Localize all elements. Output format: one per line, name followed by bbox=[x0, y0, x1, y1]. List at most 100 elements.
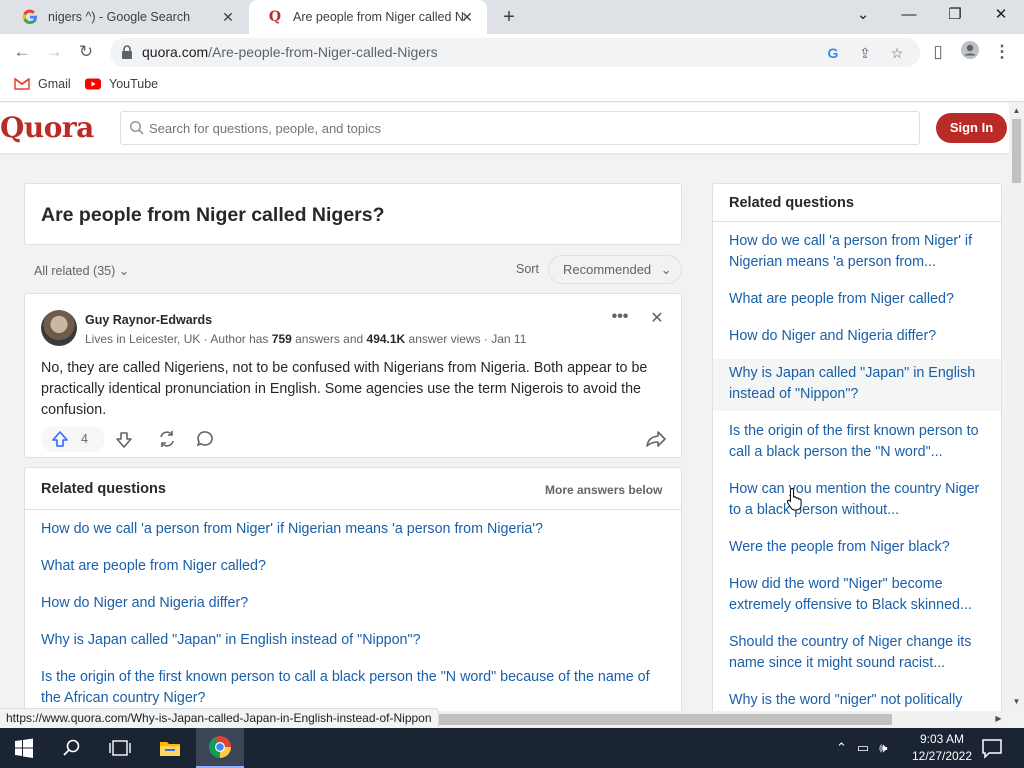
related-questions-heading: Related questions bbox=[41, 481, 166, 497]
answer-card: Guy Raynor-Edwards Lives in Leicester, U… bbox=[24, 293, 682, 458]
sidebar-question-link[interactable]: How do we call 'a person from Niger' if … bbox=[729, 231, 987, 273]
search-input[interactable] bbox=[149, 118, 909, 138]
related-question-link[interactable]: Why is Japan called "Japan" in English i… bbox=[41, 630, 661, 651]
quora-page: Quora Sign In Are people from Niger call… bbox=[0, 103, 1009, 711]
task-view-icon[interactable] bbox=[96, 728, 144, 768]
bookmark-label: YouTube bbox=[109, 77, 159, 91]
sidebar-question-link[interactable]: Were the people from Niger black? bbox=[729, 537, 987, 558]
sort-value: Recommended bbox=[563, 262, 652, 277]
close-icon[interactable]: ✕ bbox=[220, 9, 236, 25]
clock-time: 9:03 AM bbox=[919, 732, 965, 746]
answer-text: No, they are called Nigeriens, not to be… bbox=[41, 360, 648, 418]
all-related-dropdown[interactable]: All related (35) ⌄ bbox=[34, 263, 129, 278]
google-g-icon bbox=[22, 9, 38, 25]
related-questions-card: Related questions More answers below How… bbox=[24, 467, 682, 711]
windows-start-icon[interactable] bbox=[0, 728, 48, 768]
restore-button[interactable]: ❐ bbox=[932, 0, 978, 30]
answer-action-bar: 4 bbox=[41, 426, 671, 452]
sort-dropdown[interactable]: Recommended ⌄ bbox=[548, 255, 682, 284]
network-icon[interactable]: ▭ bbox=[857, 740, 869, 756]
related-question-link[interactable]: What are people from Niger called? bbox=[41, 556, 661, 577]
tab-google-search[interactable]: nigers ^) - Google Search ✕ bbox=[4, 0, 248, 34]
share-icon[interactable] bbox=[157, 428, 177, 450]
tab-strip: nigers ^) - Google Search ✕ Q Are people… bbox=[0, 0, 1024, 34]
author-avatar[interactable] bbox=[41, 310, 77, 346]
share-icon[interactable]: ⇪ bbox=[856, 44, 874, 62]
search-icon[interactable] bbox=[48, 728, 96, 768]
quora-q-icon: Q bbox=[268, 9, 282, 25]
upvote-button[interactable]: 4 bbox=[41, 426, 105, 452]
tab-search-chevron-icon[interactable]: ⌄ bbox=[840, 0, 886, 30]
sidebar-question-link[interactable]: How can you mention the country Niger to… bbox=[729, 479, 987, 521]
upvote-count: 4 bbox=[81, 432, 88, 446]
chevron-up-icon[interactable]: ⌃ bbox=[836, 740, 847, 756]
minimize-button[interactable]: — bbox=[886, 0, 932, 30]
bookmark-youtube[interactable]: YouTube bbox=[85, 77, 158, 91]
sidebar-question-link[interactable]: How did the word "Niger" become extremel… bbox=[729, 574, 987, 616]
vertical-scrollbar[interactable]: ▲ ▼ bbox=[1009, 103, 1024, 711]
search-box[interactable] bbox=[120, 111, 920, 145]
tab-quora[interactable]: Q Are people from Niger called Nig ✕ bbox=[249, 0, 487, 34]
sidebar-question-link[interactable]: Why is Japan called "Japan" in English i… bbox=[729, 363, 987, 405]
downvote-arrow-icon[interactable] bbox=[113, 428, 135, 450]
quora-header: Quora Sign In bbox=[0, 103, 1009, 153]
windows-taskbar: ⌃ ▭ 🕪 9:03 AM 12/27/2022 bbox=[0, 728, 1024, 768]
profile-avatar-icon[interactable] bbox=[958, 40, 982, 64]
close-icon[interactable]: ✕ bbox=[647, 308, 667, 330]
question-title: Are people from Niger called Nigers? bbox=[41, 204, 385, 226]
answers-filter-row: All related (35) ⌄ Sort Recommended ⌄ bbox=[24, 255, 682, 285]
comment-icon[interactable] bbox=[195, 428, 215, 450]
address-bar[interactable]: quora.com/Are-people-from-Niger-called-N… bbox=[110, 38, 920, 67]
sidebar-question-link[interactable]: Why is the word "niger" not politically bbox=[729, 690, 987, 711]
bookmark-star-icon[interactable]: ☆ bbox=[888, 44, 906, 62]
volume-icon[interactable]: 🕪 bbox=[879, 740, 887, 756]
scroll-thumb[interactable] bbox=[1012, 119, 1021, 183]
new-tab-button[interactable]: + bbox=[498, 6, 520, 28]
sidebar-question-link[interactable]: What are people from Niger called? bbox=[729, 289, 987, 310]
scroll-down-arrow-icon[interactable]: ▼ bbox=[1012, 697, 1021, 707]
file-explorer-icon[interactable] bbox=[146, 728, 194, 768]
system-tray: ⌃ ▭ 🕪 bbox=[836, 728, 887, 768]
gmail-icon bbox=[14, 78, 30, 90]
taskbar-clock[interactable]: 9:03 AM 12/27/2022 bbox=[910, 731, 974, 765]
close-icon[interactable]: ✕ bbox=[459, 9, 475, 25]
chevron-down-icon: ⌄ bbox=[118, 264, 130, 278]
sidebar-related-heading: Related questions bbox=[729, 195, 854, 211]
youtube-icon bbox=[85, 78, 101, 90]
author-credential: Lives in Leicester, UK · Author has 759 … bbox=[85, 332, 527, 346]
quora-logo[interactable]: Quora bbox=[0, 111, 94, 144]
sidebar-question-link[interactable]: How do Niger and Nigeria differ? bbox=[729, 326, 987, 347]
notification-center-icon[interactable] bbox=[980, 736, 1004, 760]
sort-label: Sort bbox=[516, 262, 539, 276]
url-text: quora.com/Are-people-from-Niger-called-N… bbox=[142, 44, 438, 60]
menu-kebab-icon[interactable]: ⋮ bbox=[990, 40, 1014, 64]
back-icon[interactable]: ← bbox=[10, 40, 34, 64]
chrome-taskbar-icon[interactable] bbox=[196, 728, 244, 768]
related-question-link[interactable]: How do we call 'a person from Niger' if … bbox=[41, 519, 661, 540]
side-panel-icon[interactable]: ▯ bbox=[926, 40, 950, 64]
close-window-button[interactable]: ✕ bbox=[978, 0, 1024, 30]
sidebar-related-header: Related questions bbox=[713, 184, 1001, 222]
sign-in-button[interactable]: Sign In bbox=[936, 113, 1007, 143]
upvote-arrow-icon bbox=[52, 431, 68, 447]
bookmark-gmail[interactable]: Gmail bbox=[14, 77, 71, 91]
sidebar-question-link[interactable]: Should the country of Niger change its n… bbox=[729, 632, 987, 674]
author-name[interactable]: Guy Raynor-Edwards bbox=[85, 313, 212, 327]
more-options-icon[interactable]: ••• bbox=[609, 308, 631, 330]
reload-icon[interactable]: ↻ bbox=[74, 40, 98, 64]
sidebar-related-questions-card: Related questions How do we call 'a pers… bbox=[712, 183, 1002, 711]
related-question-link[interactable]: How do Niger and Nigeria differ? bbox=[41, 593, 661, 614]
related-question-link[interactable]: Is the origin of the first known person … bbox=[41, 667, 661, 709]
related-questions-header: Related questions More answers below bbox=[25, 468, 681, 510]
browser-toolbar: ← → ↻ quora.com/Are-people-from-Niger-ca… bbox=[0, 34, 1024, 70]
bookmark-label: Gmail bbox=[38, 77, 71, 91]
lock-icon bbox=[122, 45, 132, 59]
forward-icon[interactable]: → bbox=[42, 40, 66, 64]
sidebar-question-link[interactable]: Is the origin of the first known person … bbox=[729, 421, 987, 463]
forward-share-icon[interactable] bbox=[645, 428, 667, 450]
bookmarks-bar: Gmail YouTube bbox=[0, 70, 1024, 102]
scroll-up-arrow-icon[interactable]: ▲ bbox=[1012, 106, 1021, 116]
all-related-label: All related (35) bbox=[34, 264, 116, 278]
scroll-right-arrow-icon[interactable]: ▶ bbox=[994, 714, 1003, 724]
google-lens-icon[interactable]: G bbox=[824, 44, 842, 62]
